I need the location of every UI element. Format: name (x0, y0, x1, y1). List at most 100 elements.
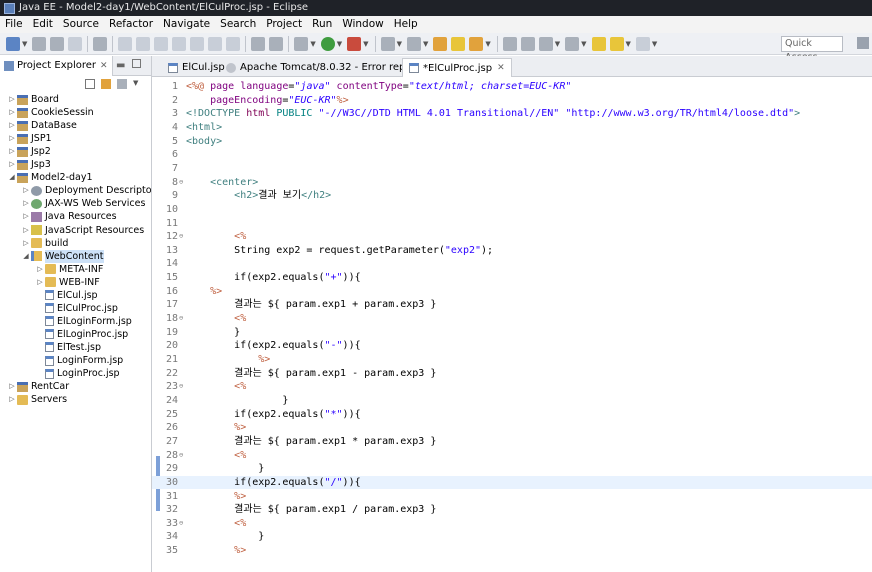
expanded-chevron-icon[interactable]: ◢ (22, 250, 30, 263)
tree-item[interactable]: ▷ Deployment Descriptor: M (22, 184, 169, 197)
resume-icon[interactable] (118, 36, 133, 51)
editor-tab[interactable]: Apache Tomcat/8.0.32 - Error report (220, 58, 426, 77)
menu-file[interactable]: File (0, 16, 28, 33)
collapsed-chevron-icon[interactable]: ▷ (22, 237, 30, 250)
terminate-icon[interactable] (154, 36, 169, 51)
fold-toggle-icon[interactable]: ⊖ (179, 230, 183, 244)
menu-refactor[interactable]: Refactor (104, 16, 158, 33)
disconnect-icon[interactable] (172, 36, 187, 51)
fold-toggle-icon[interactable]: ⊖ (179, 449, 183, 463)
collapsed-chevron-icon[interactable]: ▷ (8, 145, 16, 158)
menu-window[interactable]: Window (337, 16, 388, 33)
tree-item[interactable]: ElCulProc.jsp (36, 302, 118, 315)
toggle-mark-icon[interactable] (520, 36, 535, 51)
tree-item[interactable]: ▷ META-INF (36, 263, 103, 276)
chevron-down-icon[interactable]: ▼ (555, 40, 560, 48)
tree-item[interactable]: ElLoginProc.jsp (36, 328, 128, 341)
chevron-down-icon[interactable]: ▼ (363, 40, 368, 48)
menu-edit[interactable]: Edit (28, 16, 58, 33)
web-browser-icon[interactable] (502, 36, 517, 51)
menu-project[interactable]: Project (261, 16, 307, 33)
collapsed-chevron-icon[interactable]: ▷ (22, 197, 30, 210)
fold-toggle-icon[interactable]: ⊖ (179, 380, 183, 394)
forward-icon[interactable] (635, 36, 650, 51)
server-icon[interactable] (269, 36, 284, 51)
tree-item[interactable]: ▷ JSP1 (8, 132, 51, 145)
collapsed-chevron-icon[interactable]: ▷ (8, 93, 16, 106)
quick-access-input[interactable]: Quick Access (781, 36, 843, 63)
tab-project-explorer[interactable]: Project Explorer ✕ (0, 55, 113, 76)
expanded-chevron-icon[interactable]: ◢ (8, 171, 16, 184)
tree-item[interactable]: ▷ Jsp3 (8, 158, 51, 171)
open-type-icon[interactable] (433, 36, 448, 51)
collapsed-chevron-icon[interactable]: ▷ (22, 210, 30, 223)
collapsed-chevron-icon[interactable]: ▷ (8, 380, 16, 393)
menu-run[interactable]: Run (307, 16, 337, 33)
menu-help[interactable]: Help (389, 16, 423, 33)
collapsed-chevron-icon[interactable]: ▷ (36, 276, 44, 289)
save-all-icon[interactable] (50, 36, 65, 51)
close-icon[interactable]: ✕ (497, 60, 505, 77)
collapsed-chevron-icon[interactable]: ▷ (8, 158, 16, 171)
tree-item[interactable]: ▷ WEB-INF (36, 276, 99, 289)
editor-tab[interactable]: *ElCulProc.jsp ✕ (402, 58, 512, 77)
collapse-all-icon[interactable] (85, 79, 95, 89)
menu-search[interactable]: Search (215, 16, 261, 33)
minimize-icon[interactable]: ▬ (116, 60, 125, 71)
tree-item[interactable]: ▷ JAX-WS Web Services (22, 197, 145, 210)
tree-item[interactable]: ▷ Board (8, 93, 59, 106)
tree-item[interactable]: ◢ Model2-day1 (8, 171, 92, 184)
tree-item[interactable]: ▷ CookieSessin (8, 106, 93, 119)
step-return-icon[interactable] (226, 36, 241, 51)
tree-item[interactable]: ▷ DataBase (8, 119, 77, 132)
skip-breakpoints-icon[interactable] (93, 36, 108, 51)
chevron-down-icon[interactable]: ▼ (581, 40, 586, 48)
save-icon[interactable] (32, 36, 47, 51)
tree-item[interactable]: ▷ build (22, 237, 68, 250)
suspend-icon[interactable] (136, 36, 151, 51)
collapsed-chevron-icon[interactable]: ▷ (8, 393, 16, 406)
run-icon[interactable] (320, 36, 335, 51)
new-icon[interactable] (6, 36, 20, 51)
collapsed-chevron-icon[interactable]: ▷ (36, 263, 44, 276)
chevron-down-icon[interactable]: ▼ (652, 40, 657, 48)
link-with-editor-icon[interactable] (101, 79, 111, 89)
tree-item[interactable]: ▷ Java Resources (22, 210, 116, 223)
back-icon[interactable] (609, 36, 624, 51)
collapsed-chevron-icon[interactable]: ▷ (8, 119, 16, 132)
chevron-down-icon[interactable]: ▼ (485, 40, 490, 48)
chevron-down-icon[interactable]: ▼ (310, 40, 315, 48)
chevron-down-icon[interactable]: ▼ (337, 40, 342, 48)
chevron-down-icon[interactable]: ▼ (397, 40, 402, 48)
tree-item[interactable]: ElCul.jsp (36, 289, 98, 302)
collapsed-chevron-icon[interactable]: ▷ (8, 106, 16, 119)
last-edit-location-icon[interactable] (591, 36, 606, 51)
open-perspective-icon[interactable] (857, 37, 869, 49)
tree-item[interactable]: ▷ Servers (8, 393, 67, 406)
search-icon[interactable] (469, 36, 484, 51)
tree-item[interactable]: LoginProc.jsp (36, 367, 120, 380)
step-over-icon[interactable] (208, 36, 223, 51)
tree-item[interactable]: ElLoginForm.jsp (36, 315, 132, 328)
fold-toggle-icon[interactable]: ⊖ (179, 312, 183, 326)
new-java-project-icon[interactable] (380, 36, 395, 51)
collapsed-chevron-icon[interactable]: ▷ (22, 224, 30, 237)
tree-item[interactable]: ▷ Jsp2 (8, 145, 51, 158)
menu-navigate[interactable]: Navigate (158, 16, 215, 33)
tree-item[interactable]: ▷ RentCar (8, 380, 69, 393)
chevron-down-icon[interactable]: ▼ (22, 40, 27, 48)
maximize-icon[interactable] (132, 59, 141, 68)
collapsed-chevron-icon[interactable]: ▷ (22, 184, 30, 197)
chevron-down-icon[interactable]: ▼ (423, 40, 428, 48)
close-icon[interactable]: ✕ (100, 61, 108, 71)
tree-item[interactable]: ▷ JavaScript Resources (22, 224, 144, 237)
view-menu-icon[interactable] (117, 79, 127, 89)
tree-item[interactable]: LoginForm.jsp (36, 354, 123, 367)
external-tools-icon[interactable] (347, 36, 362, 51)
collapsed-chevron-icon[interactable]: ▷ (8, 132, 16, 145)
open-folder-icon[interactable] (451, 36, 466, 51)
print-icon[interactable] (68, 36, 83, 51)
step-into-icon[interactable] (190, 36, 205, 51)
fold-toggle-icon[interactable]: ⊖ (179, 517, 183, 531)
chevron-down-icon[interactable]: ▼ (626, 40, 631, 48)
